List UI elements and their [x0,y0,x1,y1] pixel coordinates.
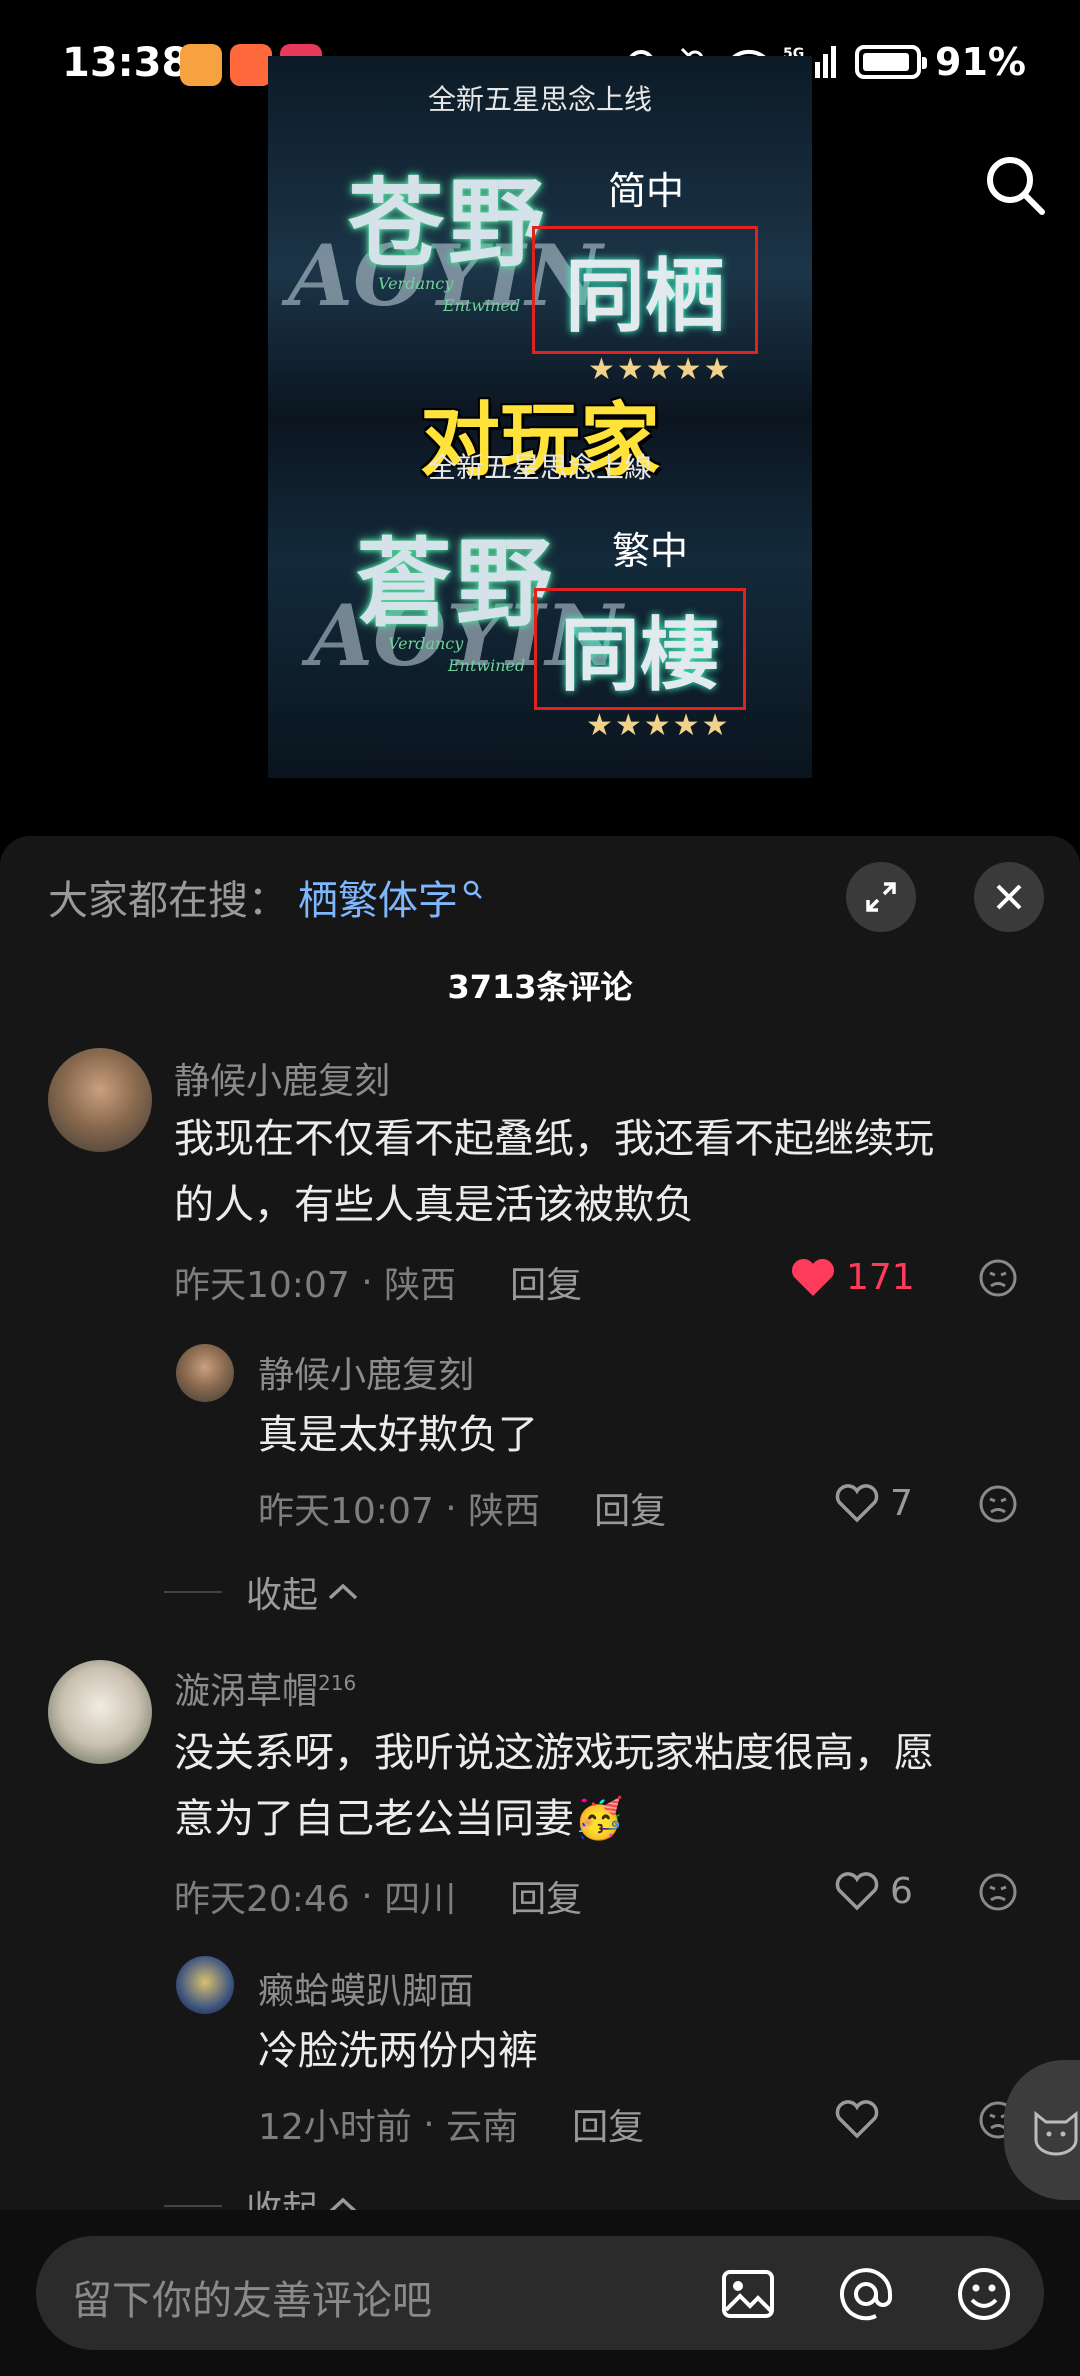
reply-location: 陕西 [468,1491,541,1532]
comment-username[interactable]: 漩涡草帽216 [174,1662,356,1714]
dislike-face-icon[interactable] [978,1484,1018,1524]
reply-button[interactable]: 回复 [510,1256,582,1308]
poster-sub-2: Entwined [443,296,521,315]
like-button[interactable]: 7 [834,1482,913,1524]
mention-icon[interactable] [836,2264,896,2324]
poster-sub-2: Entwined [448,656,526,675]
status-time: 13:38 [62,40,190,86]
comment-location: 四川 [384,1879,457,1920]
poster-title-simplified: 苍野 [348,167,548,280]
battery-icon [855,45,928,79]
poster-boxed-traditional: 同棲 [534,588,746,710]
hot-search-prefix: 大家都在搜： [48,878,288,924]
heart-outline-icon [835,1484,879,1523]
poster-label-traditional: 繁中 [612,529,689,573]
video-poster[interactable]: 全新五星思念上线 AOYIN 苍野 简中 Verdancy Entwined 同… [268,56,812,778]
heart-filled-icon [791,1258,835,1296]
comment-input[interactable]: 留下你的友善评论吧 [36,2236,1044,2350]
poster-sub-1: Verdancy [378,274,454,293]
poster-boxed-simplified: 同栖 [532,226,758,354]
meta-dot: · [349,1875,385,1917]
search-icon[interactable] [980,150,1050,220]
expand-button[interactable] [846,862,916,932]
poster-title-traditional: 蒼野 [356,527,556,640]
comment-time: 昨天20:46 [174,1879,350,1920]
avatar[interactable] [48,1048,152,1152]
heart-outline-icon [835,2100,879,2139]
comment-text-line: 没关系呀，我听说这游戏玩家粘度很高，愿 [174,1730,934,1776]
comment-location: 陕西 [384,1265,457,1306]
app-notification-icon [230,44,272,86]
like-button[interactable]: 171 [790,1256,915,1298]
comment-input-bar: 留下你的友善评论吧 [0,2210,1080,2376]
reply-meta: 12小时前 · 云南 回复 [258,2098,644,2150]
image-icon[interactable] [718,2264,778,2324]
reply-button[interactable]: 回复 [572,2098,644,2150]
expand-icon [866,882,896,912]
cat-icon [1034,2110,1078,2156]
reply-location: 云南 [446,2107,519,2148]
comment-count: 3713条评论 [447,968,633,1006]
search-icon [463,880,482,899]
meta-dot: · [433,1487,469,1529]
collapse-replies-button[interactable]: 收起 [164,1566,360,1618]
comment-text-line: 我现在不仅看不起叠纸，我还看不起继续玩 [174,1116,934,1162]
reply-username[interactable]: 癞蛤蟆趴脚面 [258,1962,474,2014]
divider [164,2205,222,2207]
comment-meta: 昨天20:46 · 四川 回复 [174,1870,582,1922]
reply-button[interactable]: 回复 [594,1482,666,1534]
reply-time: 12小时前 [258,2107,412,2148]
comment-input-placeholder: 留下你的友善评论吧 [72,2278,432,2324]
user-level-badge: 216 [318,1671,357,1695]
reply-text: 真是太好欺负了 [258,1412,538,1458]
like-count: 171 [846,1256,915,1298]
emoji-icon[interactable] [954,2264,1014,2324]
comment-text: 没关系呀，我听说这游戏玩家粘度很高，愿 意为了自己老公当同妻🥳 [174,1720,934,1852]
hot-search-term[interactable]: 栖繁体字 [298,868,458,926]
meta-dot: · [411,2103,447,2145]
like-count: 7 [890,1482,913,1524]
poster-stars: ★★★★★ [586,708,731,743]
reply-time: 昨天10:07 [258,1491,434,1532]
collapse-label: 收起 [246,1575,319,1616]
app-notification-icon [180,44,222,86]
comment-text-line: 意为了自己老公当同妻🥳 [174,1796,624,1842]
divider [164,1591,222,1593]
meta-dot: · [349,1261,385,1303]
comment-username[interactable]: 静候小鹿复刻 [174,1052,390,1104]
hot-search-row: 大家都在搜： 栖繁体字 [48,868,484,926]
like-button[interactable] [834,2098,880,2140]
poster-label-simplified: 简中 [608,169,685,213]
like-button[interactable]: 6 [834,1870,913,1912]
heart-outline-icon [835,1872,879,1911]
close-button[interactable] [974,862,1044,932]
comment-username-text: 漩涡草帽 [174,1671,319,1712]
dislike-face-icon[interactable] [978,1258,1018,1298]
battery-percent: 91% [935,40,1026,84]
reply-text: 冷脸洗两份内裤 [258,2028,538,2074]
reply-username[interactable]: 静候小鹿复刻 [258,1346,474,1398]
reply-meta: 昨天10:07 · 陕西 回复 [258,1482,666,1534]
comment-meta: 昨天10:07 · 陕西 回复 [174,1256,582,1308]
reply-button[interactable]: 回复 [510,1870,582,1922]
dislike-face-icon[interactable] [978,1872,1018,1912]
avatar[interactable] [48,1660,152,1764]
poster-sub-1: Verdancy [388,634,464,653]
comment-time: 昨天10:07 [174,1265,350,1306]
close-icon [996,884,1022,910]
poster-top-banner: 全新五星思念上线 [427,83,652,116]
poster-bottom-banner: 全新五星思念上線 [427,451,652,484]
comment-text: 我现在不仅看不起叠纸，我还看不起继续玩 的人，有些人真是活该被欺负 [174,1106,934,1238]
like-count: 6 [890,1870,913,1912]
comment-text-line: 的人，有些人真是活该被欺负 [174,1182,694,1228]
avatar[interactable] [176,1344,234,1402]
chevron-up-icon [328,1583,358,1600]
avatar[interactable] [176,1956,234,2014]
